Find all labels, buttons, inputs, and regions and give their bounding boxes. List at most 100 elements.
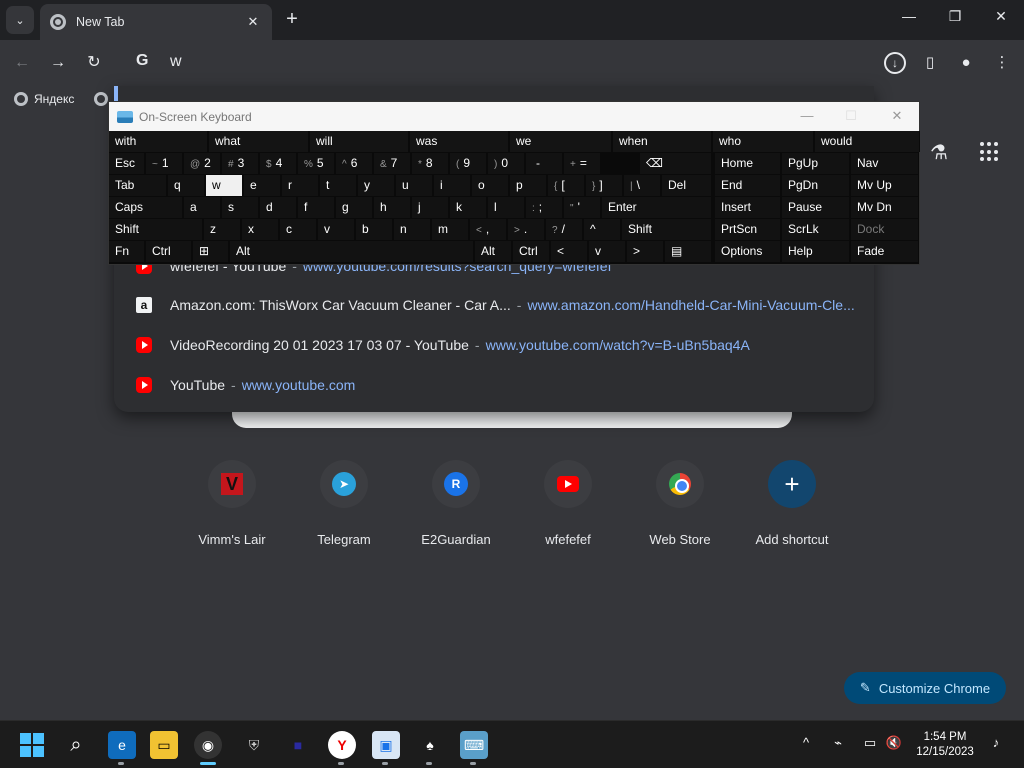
osk-key[interactable]: Shift (622, 219, 712, 240)
osk-key-h[interactable]: h (374, 197, 411, 218)
osk-prediction[interactable]: who (713, 131, 814, 152)
start-button[interactable] (18, 731, 46, 759)
osk-key[interactable]: ^ 6 (336, 153, 373, 174)
osk-prediction[interactable]: will (310, 131, 409, 152)
osk-nav-key[interactable]: PgDn (782, 175, 850, 196)
chevron-up-icon[interactable]: ^ (796, 735, 816, 750)
osk-key-f[interactable]: f (298, 197, 335, 218)
osk-key-m[interactable]: m (432, 219, 469, 240)
osk-key-a[interactable]: a (184, 197, 221, 218)
osk-nav-key[interactable]: End (715, 175, 781, 196)
osk-key[interactable]: Ctrl (146, 241, 192, 262)
reload-button[interactable]: ↻ (82, 51, 106, 75)
osk-key[interactable]: >. (508, 219, 545, 240)
osk-prediction[interactable]: what (209, 131, 309, 152)
osk-key-v[interactable]: v (318, 219, 355, 240)
close-window-button[interactable]: ✕ (978, 8, 1024, 32)
osk-key[interactable]: " ' (564, 197, 601, 218)
osk-nav-key[interactable]: Options (715, 241, 781, 262)
osk-key[interactable]: ? / (546, 219, 583, 240)
osk-key[interactable]: ) 0 (488, 153, 525, 174)
osk-nav-key[interactable]: ScrLk (782, 219, 850, 240)
labs-icon[interactable]: ⚗ (930, 140, 954, 166)
osk-key-g[interactable]: g (336, 197, 373, 218)
arrow-right-key[interactable]: > (627, 241, 664, 262)
backspace-key[interactable]: ⌫ (640, 153, 712, 174)
osk-key-e[interactable]: e (244, 175, 281, 196)
osk-key-q[interactable]: q (168, 175, 205, 196)
osk-prediction[interactable]: when (613, 131, 712, 152)
osk-key[interactable]: Ctrl (513, 241, 550, 262)
clock[interactable]: 1:54 PM 12/15/2023 (910, 730, 980, 760)
chrome-icon[interactable]: ◉ (194, 731, 222, 759)
osk-key-j[interactable]: j (412, 197, 449, 218)
suggestion-row[interactable]: YouTube - www.youtube.com (136, 375, 866, 395)
shortcut-wfefefef[interactable]: wfefefef (512, 460, 624, 547)
osk-prediction[interactable]: was (410, 131, 509, 152)
apps-grid-icon[interactable] (980, 142, 1000, 162)
osk-nav-key[interactable]: Help (782, 241, 850, 262)
osk-key[interactable]: @2 (184, 153, 221, 174)
osk-nav-key[interactable]: Mv Up (851, 175, 919, 196)
osk-key[interactable]: Esc (109, 153, 145, 174)
osk-key-s[interactable]: s (222, 197, 259, 218)
osk-key-b[interactable]: b (356, 219, 393, 240)
osk-key[interactable]: ~1 (146, 153, 183, 174)
arrow-up-key[interactable]: ^ (584, 219, 621, 240)
osk-nav-key[interactable]: Nav (851, 153, 919, 174)
osk-key-l[interactable]: l (488, 197, 525, 218)
osk-key-y[interactable]: y (358, 175, 395, 196)
osk-key[interactable]: Shift (109, 219, 203, 240)
osk-key[interactable]: $4 (260, 153, 297, 174)
search-icon[interactable]: ⌕ (62, 731, 90, 759)
osk-title-bar[interactable]: On-Screen Keyboard — ☐ ✕ (109, 102, 919, 131)
osk-key[interactable]: (9 (450, 153, 487, 174)
osk-key[interactable]: #3 (222, 153, 259, 174)
download-icon[interactable]: ↓ (884, 52, 906, 74)
keyboard-icon[interactable]: ⌨ (460, 731, 488, 759)
app-icon[interactable]: ■ (284, 731, 312, 759)
shortcut-telegram[interactable]: ➤ Telegram (288, 460, 400, 547)
osk-maximize-button[interactable]: ☐ (829, 106, 873, 126)
arrow-left-key[interactable]: < (551, 241, 588, 262)
minimize-button[interactable]: — (886, 8, 932, 32)
osk-key-i[interactable]: i (434, 175, 471, 196)
osk-key-o[interactable]: o (472, 175, 509, 196)
profile-icon[interactable]: ● (954, 51, 978, 75)
osk-key[interactable]: Del (662, 175, 712, 196)
solitaire-icon[interactable]: ♠ (416, 731, 444, 759)
display-icon[interactable]: ▭ (860, 735, 880, 751)
side-panel-icon[interactable]: ▯ (918, 51, 942, 75)
tab-new-tab[interactable]: New Tab ✕ (40, 4, 272, 40)
osk-key-d[interactable]: d (260, 197, 297, 218)
osk-key-x[interactable]: x (242, 219, 279, 240)
folder-icon[interactable]: ▭ (150, 731, 178, 759)
shortcut-web-store[interactable]: Web Store (624, 460, 736, 547)
shortcut-e2guardian[interactable]: R E2Guardian (400, 460, 512, 547)
osk-key[interactable]: Alt (230, 241, 474, 262)
forward-button[interactable]: → (46, 51, 70, 75)
add-shortcut-button[interactable]: + Add shortcut (736, 460, 848, 547)
osk-nav-key[interactable]: PgUp (782, 153, 850, 174)
osk-key[interactable]: }] (586, 175, 623, 196)
back-button[interactable]: ← (10, 51, 34, 75)
osk-key[interactable]: {[ (548, 175, 585, 196)
osk-nav-key[interactable]: Home (715, 153, 781, 174)
osk-nav-key[interactable]: Insert (715, 197, 781, 218)
bookmark-yandex[interactable]: Яндекс (14, 92, 74, 106)
osk-key[interactable]: - (526, 153, 563, 174)
osk-key[interactable]: Fn (109, 241, 145, 262)
restore-button[interactable]: ❐ (932, 8, 978, 32)
menu-icon[interactable]: ⋮ (990, 51, 1014, 75)
yandex-icon[interactable]: Y (328, 731, 356, 759)
osk-key-k[interactable]: k (450, 197, 487, 218)
osk-nav-key[interactable]: Pause (782, 197, 850, 218)
edge-icon[interactable]: e (108, 731, 136, 759)
osk-key[interactable]: Tab (109, 175, 167, 196)
osk-key[interactable]: + = (564, 153, 601, 174)
osk-nav-key[interactable]: Mv Dn (851, 197, 919, 218)
osk-key[interactable]: Enter (602, 197, 712, 218)
osk-key-t[interactable]: t (320, 175, 357, 196)
windows-key[interactable]: ⊞ (193, 241, 229, 262)
omnibox-input[interactable] (170, 50, 770, 74)
